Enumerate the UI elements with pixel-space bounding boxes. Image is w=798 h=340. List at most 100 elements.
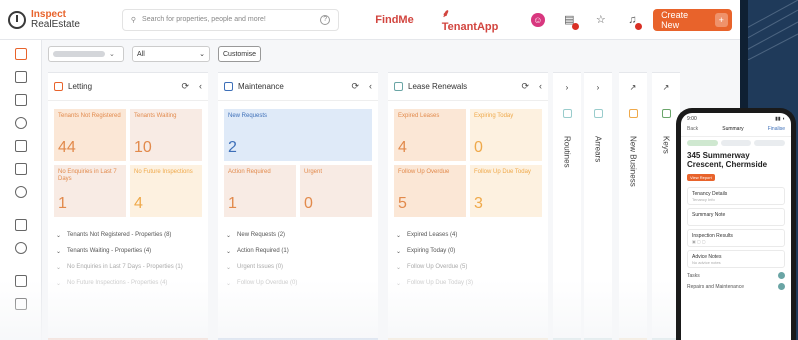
routines-column[interactable]: › Routines (553, 72, 581, 340)
tile-value: 0 (304, 195, 313, 212)
chevron-down-icon: ⌄ (56, 264, 62, 271)
phone-finalise-button[interactable]: Finalise (768, 126, 785, 132)
tile-action-required[interactable]: Action Required 1 (224, 165, 296, 217)
tile-value: 1 (58, 195, 67, 212)
signal-icon: ▮▮ ◖ (775, 116, 785, 122)
bell-alert-dot (635, 22, 643, 30)
tenantapp-link[interactable]: ⸙ TenantApp (442, 6, 507, 33)
new-business-column[interactable]: ↗ New Business (619, 72, 647, 340)
list-item[interactable]: ⌄ Expired Leases (4) (396, 227, 540, 243)
search-input[interactable]: Search for properties, people and more! (142, 16, 266, 23)
type-select-value: All (137, 50, 145, 58)
phone-status-bar: 9:00 ▮▮ ◖ (681, 113, 791, 122)
tile-no-future-inspections[interactable]: No Future Inspections 4 (130, 165, 202, 217)
keys-icon[interactable] (14, 163, 27, 175)
chevron-down-icon: ⌄ (199, 51, 205, 58)
app-logo[interactable]: Inspect RealEstate (8, 8, 114, 30)
expand-icon[interactable]: › (566, 73, 569, 101)
portfolio-select[interactable]: ⌄ (48, 46, 124, 62)
external-link-icon[interactable]: ↗ (630, 73, 637, 101)
create-new-button[interactable]: Create New + (653, 8, 733, 31)
phone-back-button[interactable]: Back (687, 126, 698, 132)
arrears-column[interactable]: › Arrears (584, 72, 612, 340)
logo-line2: RealEstate (31, 18, 80, 30)
list-item[interactable]: ⌄ Tenants Waiting - Properties (4) (56, 243, 200, 259)
type-select[interactable]: All ⌄ (132, 46, 210, 62)
list-item[interactable]: ⌄ No Enquiries in Last 7 Days - Propertie… (56, 259, 200, 275)
customise-button[interactable]: Customise (218, 46, 262, 62)
list-item[interactable]: ⌄ Action Required (1) (226, 243, 370, 259)
new-business-icon (628, 109, 638, 118)
money-icon[interactable] (14, 186, 27, 198)
tile-tenants-waiting[interactable]: Tenants Waiting 10 (130, 109, 202, 161)
list-item[interactable]: ⌄ Follow Up Overdue (5) (396, 259, 540, 275)
logo-line1: Inspect (31, 8, 67, 20)
report-icon[interactable] (14, 275, 27, 287)
collapse-icon[interactable]: ‹ (199, 81, 202, 92)
arrears-icon (593, 109, 603, 118)
logo-clock-icon (8, 10, 26, 29)
list-item[interactable]: ⌄ Follow Up Overdue (0) (226, 275, 370, 291)
maintenance-list: ⌄ New Requests (2) ⌄ Action Required (1) ⌄… (218, 217, 378, 291)
refresh-icon[interactable]: ⟳ (351, 81, 359, 92)
phone-row[interactable]: Tasks (687, 272, 785, 279)
bell-icon[interactable]: ♫ (626, 13, 643, 30)
tile-value: 1 (228, 195, 237, 212)
smiley-icon[interactable]: ☺ (531, 12, 545, 27)
refresh-icon[interactable]: ⟳ (181, 81, 189, 92)
tile-no-enquiries[interactable]: No Enquiries in Last 7 Days 1 (54, 165, 126, 217)
tile-follow-up-overdue[interactable]: Follow Up Overdue 5 (394, 165, 466, 217)
tile-follow-up-due-today[interactable]: Follow Up Due Today 3 (470, 165, 542, 217)
collapse-icon[interactable]: ‹ (369, 81, 372, 92)
list-item[interactable]: ⌄ New Requests (2) (226, 227, 370, 243)
tile-expiring-today[interactable]: Expiring Today 0 (470, 109, 542, 161)
expand-icon[interactable]: › (597, 73, 600, 101)
arrears-label: Arrears (593, 136, 603, 163)
tile-urgent[interactable]: Urgent 0 (300, 165, 372, 217)
phone-card[interactable]: Advice Notes No advice notes (687, 250, 785, 268)
phone-card[interactable]: Inspection Results ▣ ▢ ▢ (687, 229, 785, 247)
tile-expired-leases[interactable]: Expired Leases 4 (394, 109, 466, 161)
list-item[interactable]: ⌄ No Future Inspections - Properties (4) (56, 275, 200, 291)
phone-row[interactable]: Repairs and Maintenance (687, 283, 785, 290)
collapse-icon[interactable]: ‹ (539, 81, 542, 92)
star-icon[interactable]: ☆ (594, 13, 607, 27)
findme-link[interactable]: FindMe (375, 14, 414, 26)
lease-icon (394, 82, 403, 91)
maintenance-icon[interactable] (14, 117, 27, 129)
mail-icon[interactable] (14, 298, 27, 310)
tile-label: Urgent (304, 169, 323, 175)
letting-icon (54, 82, 63, 91)
list-item[interactable]: ⌄ Follow Up Due Today (3) (396, 275, 540, 291)
refresh-icon[interactable]: ⟳ (521, 81, 529, 92)
tasks-icon[interactable]: ▤ (563, 13, 580, 30)
tile-new-requests[interactable]: New Requests 2 (224, 109, 372, 161)
maintenance-panel: Maintenance ⟳ ‹ New Requests 2 Action Req… (218, 72, 378, 340)
dashboard-icon[interactable] (14, 48, 27, 60)
search-bar[interactable]: ⚲ Search for properties, people and more… (121, 8, 340, 31)
list-item[interactable]: ⌄ Urgent Issues (0) (226, 259, 370, 275)
phone-card[interactable]: Tenancy Details Tenancy Info (687, 187, 785, 205)
checklist-icon[interactable] (14, 71, 27, 83)
phone-nav: Back Summary Finalise (681, 122, 791, 137)
tile-value: 3 (474, 195, 483, 212)
lease-title: Lease Renewals (408, 82, 468, 91)
plus-icon: + (714, 12, 729, 27)
tile-value: 10 (134, 139, 152, 156)
briefcase-icon[interactable] (14, 140, 27, 152)
lease-list: ⌄ Expired Leases (4) ⌄ Expiring Today (0) … (388, 217, 548, 291)
phone-card[interactable]: Summary Note (687, 208, 785, 226)
phone-badge-button[interactable]: View Report (687, 174, 715, 181)
letting-header: Letting ⟳ ‹ (48, 73, 208, 101)
help-icon[interactable]: ? (320, 14, 331, 25)
chevron-down-icon: ⌄ (396, 264, 402, 271)
people-icon[interactable] (14, 242, 27, 254)
tile-tenants-not-registered[interactable]: Tenants Not Registered 44 (54, 109, 126, 161)
list-item[interactable]: ⌄ Expiring Today (0) (396, 243, 540, 259)
home-icon[interactable] (14, 219, 27, 231)
chevron-down-icon: ⌄ (56, 232, 62, 239)
list-item[interactable]: ⌄ Tenants Not Registered - Properties (8) (56, 227, 200, 243)
external-link-icon[interactable]: ↗ (663, 73, 670, 101)
tile-label: Tenants Not Registered (58, 113, 121, 119)
clipboard-icon[interactable] (14, 94, 27, 106)
